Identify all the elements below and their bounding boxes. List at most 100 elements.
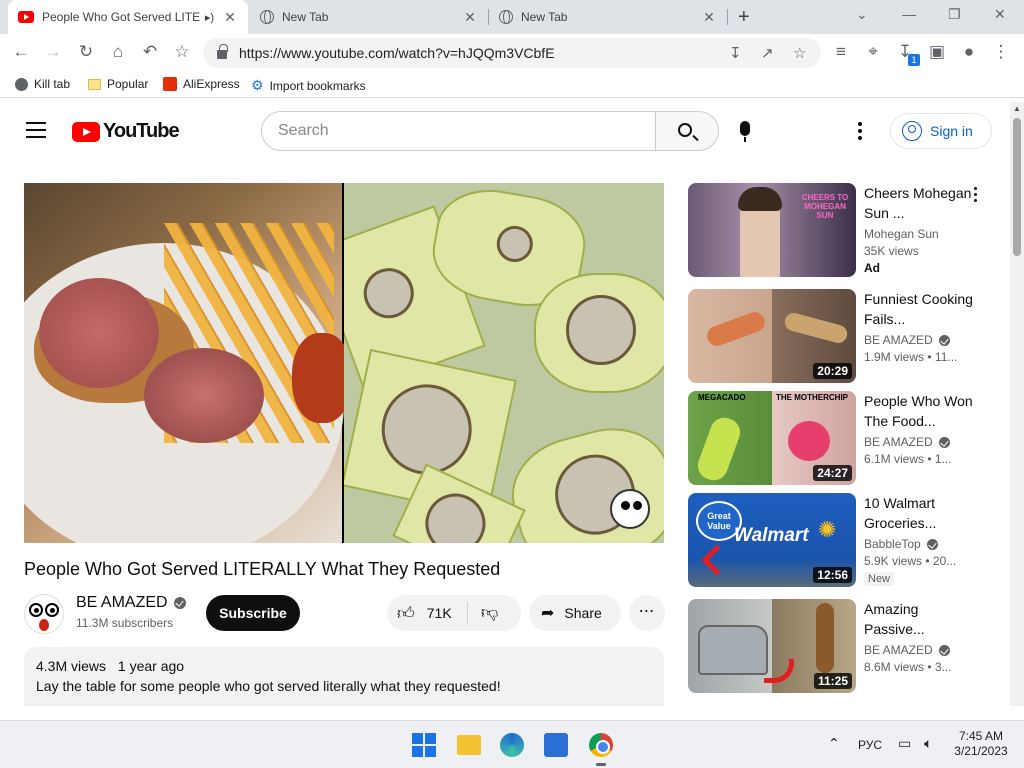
lock-icon[interactable] — [217, 44, 228, 59]
home-icon[interactable]: ⌂ — [107, 42, 129, 62]
related-thumbnail[interactable]: Great Value Walmart ✺ 12:56 — [688, 493, 856, 587]
microphone-icon[interactable] — [740, 121, 750, 142]
bookmark-aliexpress[interactable]: AliExpress — [163, 77, 240, 91]
system-clock[interactable]: 7:45 AM 3/21/2023 — [946, 729, 1016, 759]
video-title: People Who Got Served LITERALLY What The… — [24, 559, 501, 579]
channel-watermark-icon[interactable] — [610, 489, 650, 529]
microsoft-store-icon[interactable] — [544, 733, 568, 757]
share-label: Share — [564, 605, 602, 621]
edge-browser-icon[interactable] — [500, 733, 524, 757]
thumb-text: THE MOTHERCHIP — [776, 393, 848, 402]
search-input[interactable]: Search — [261, 111, 656, 151]
browser-menu-icon[interactable]: ⋮ — [990, 42, 1012, 62]
owner-row: BE AMAZED 11.3M subscribers Subscribe 👍︎… — [24, 592, 665, 636]
hamburger-menu-icon[interactable] — [26, 122, 46, 143]
media-queue-icon[interactable]: ≡ — [830, 42, 852, 62]
tab-search-chevron-icon[interactable]: ⌄ — [856, 6, 868, 23]
related-age: 11... — [934, 350, 958, 364]
side-panel-icon[interactable]: ▣ — [926, 42, 948, 62]
undo-close-icon[interactable]: ↶ — [139, 42, 161, 62]
subscriber-count: 11.3M subscribers — [76, 616, 174, 630]
channel-name[interactable]: BE AMAZED — [76, 594, 186, 612]
related-age: 1... — [934, 452, 952, 466]
volume-muted-icon[interactable]: 🔈︎ — [924, 735, 932, 752]
related-item[interactable]: 11:25 Amazing Passive... BE AMAZED 8.6M … — [688, 599, 998, 693]
related-item[interactable]: MEGACADO THE MOTHERCHIP 24:27 People Who… — [688, 391, 998, 485]
ad-badge: Ad — [864, 261, 880, 275]
network-monitor-icon[interactable]: ▭ — [898, 735, 911, 752]
crop-screenshot-icon[interactable]: ⌖ — [862, 42, 884, 62]
close-tab-icon[interactable]: ✕ — [701, 9, 717, 26]
url-text: https://www.youtube.com/watch?v=hJQQm3VC… — [239, 45, 555, 61]
audio-playing-icon[interactable]: ▸) — [205, 11, 214, 24]
video-player[interactable] — [24, 183, 664, 543]
install-app-icon[interactable]: ↧ — [729, 44, 742, 62]
like-button[interactable]: 👍︎ 71K — [397, 595, 452, 631]
vertical-scrollbar[interactable]: ▲ — [1010, 102, 1024, 706]
page-viewport: YouTube Search Sign in People Who Got Se… — [0, 102, 1024, 706]
tab-new-tab-1[interactable]: New Tab ✕ — [250, 0, 488, 34]
bookmark-label: Kill tab — [34, 77, 71, 91]
upload-age: 1 year ago — [117, 658, 185, 674]
reload-icon[interactable]: ↻ — [75, 42, 97, 62]
bookmark-popular[interactable]: Popular — [88, 77, 148, 91]
back-arrow-icon[interactable]: ← — [10, 42, 32, 62]
related-thumbnail[interactable]: MEGACADO THE MOTHERCHIP 24:27 — [688, 391, 856, 485]
related-thumbnail[interactable]: 11:25 — [688, 599, 856, 693]
download-count-badge: 1 — [908, 54, 920, 66]
forward-arrow-icon[interactable]: → — [42, 42, 64, 62]
tray-overflow-chevron-icon[interactable]: ⌃ — [828, 735, 840, 752]
bookmark-import[interactable]: ⚙ Import bookmarks — [251, 77, 366, 94]
minimize-button[interactable]: — — [902, 6, 916, 22]
share-button[interactable]: ➦ Share — [529, 595, 621, 631]
bookmark-kill-tab[interactable]: Kill tab — [15, 77, 70, 91]
close-window-button[interactable]: ✕ — [994, 6, 1006, 23]
bookmark-page-star-icon[interactable]: ☆ — [793, 44, 806, 62]
start-windows-icon[interactable] — [412, 733, 436, 757]
scroll-up-icon[interactable]: ▲ — [1013, 104, 1021, 113]
import-gear-icon: ⚙ — [251, 77, 264, 93]
channel-avatar[interactable] — [24, 594, 64, 634]
more-actions-button[interactable]: ⋯ — [629, 595, 665, 631]
chrome-taskbar-icon[interactable] — [589, 733, 613, 757]
sign-in-button[interactable]: Sign in — [890, 113, 992, 149]
youtube-logo[interactable]: YouTube — [72, 120, 180, 143]
related-age: 20... — [932, 554, 957, 568]
profile-avatar-icon[interactable]: ● — [958, 42, 980, 62]
close-tab-icon[interactable]: ✕ — [462, 9, 478, 26]
description-box[interactable]: 4.3M views 1 year ago Lay the table for … — [24, 647, 664, 706]
scrollbar-thumb[interactable] — [1013, 118, 1021, 256]
new-tab-button[interactable]: + — [738, 6, 750, 29]
related-item[interactable]: 20:29 Funniest Cooking Fails... BE AMAZE… — [688, 289, 998, 383]
thumbs-up-icon: 👍︎ — [397, 603, 415, 623]
related-item[interactable]: Great Value Walmart ✺ 12:56 10 Walmart G… — [688, 493, 998, 587]
restore-button[interactable]: ❐ — [948, 6, 961, 23]
dislike-button[interactable]: 👎︎ — [481, 602, 498, 623]
settings-kebab-icon[interactable] — [858, 122, 862, 143]
search-button[interactable] — [655, 111, 719, 151]
active-app-indicator — [596, 763, 606, 766]
tab-title: New Tab — [282, 10, 329, 24]
browser-toolbar: ← → ↻ ⌂ ↶ ☆ https://www.youtube.com/watc… — [0, 34, 1024, 72]
close-tab-icon[interactable]: ✕ — [222, 9, 238, 26]
tab-title: New Tab — [521, 10, 568, 24]
address-bar[interactable]: https://www.youtube.com/watch?v=hJQQm3VC… — [203, 38, 821, 68]
account-circle-icon — [902, 121, 922, 141]
bookmark-star-icon[interactable]: ☆ — [171, 42, 193, 62]
related-thumbnail[interactable]: 20:29 — [688, 289, 856, 383]
verified-check-icon — [938, 644, 950, 656]
related-title: Funniest Cooking Fails... — [864, 291, 973, 327]
tab-new-tab-2[interactable]: New Tab ✕ — [489, 0, 727, 34]
channel-name-text: BE AMAZED — [76, 594, 168, 611]
subscribe-button[interactable]: Subscribe — [206, 595, 300, 631]
avocado-slices-frame — [344, 183, 664, 543]
new-badge: New — [864, 572, 895, 586]
related-thumbnail[interactable]: CHEERS TO MOHEGAN SUN — [688, 183, 856, 277]
related-channel: Mohegan Sun — [864, 227, 939, 241]
share-page-icon[interactable]: ↗ — [761, 44, 774, 62]
file-explorer-icon[interactable] — [457, 735, 481, 755]
related-item[interactable]: CHEERS TO MOHEGAN SUN Cheers Mohegan Sun… — [688, 183, 998, 277]
input-language[interactable]: РУС — [858, 738, 882, 752]
tab-youtube-video[interactable]: People Who Got Served LITE ▸) ✕ — [8, 0, 248, 34]
related-menu-icon[interactable] — [974, 187, 977, 205]
